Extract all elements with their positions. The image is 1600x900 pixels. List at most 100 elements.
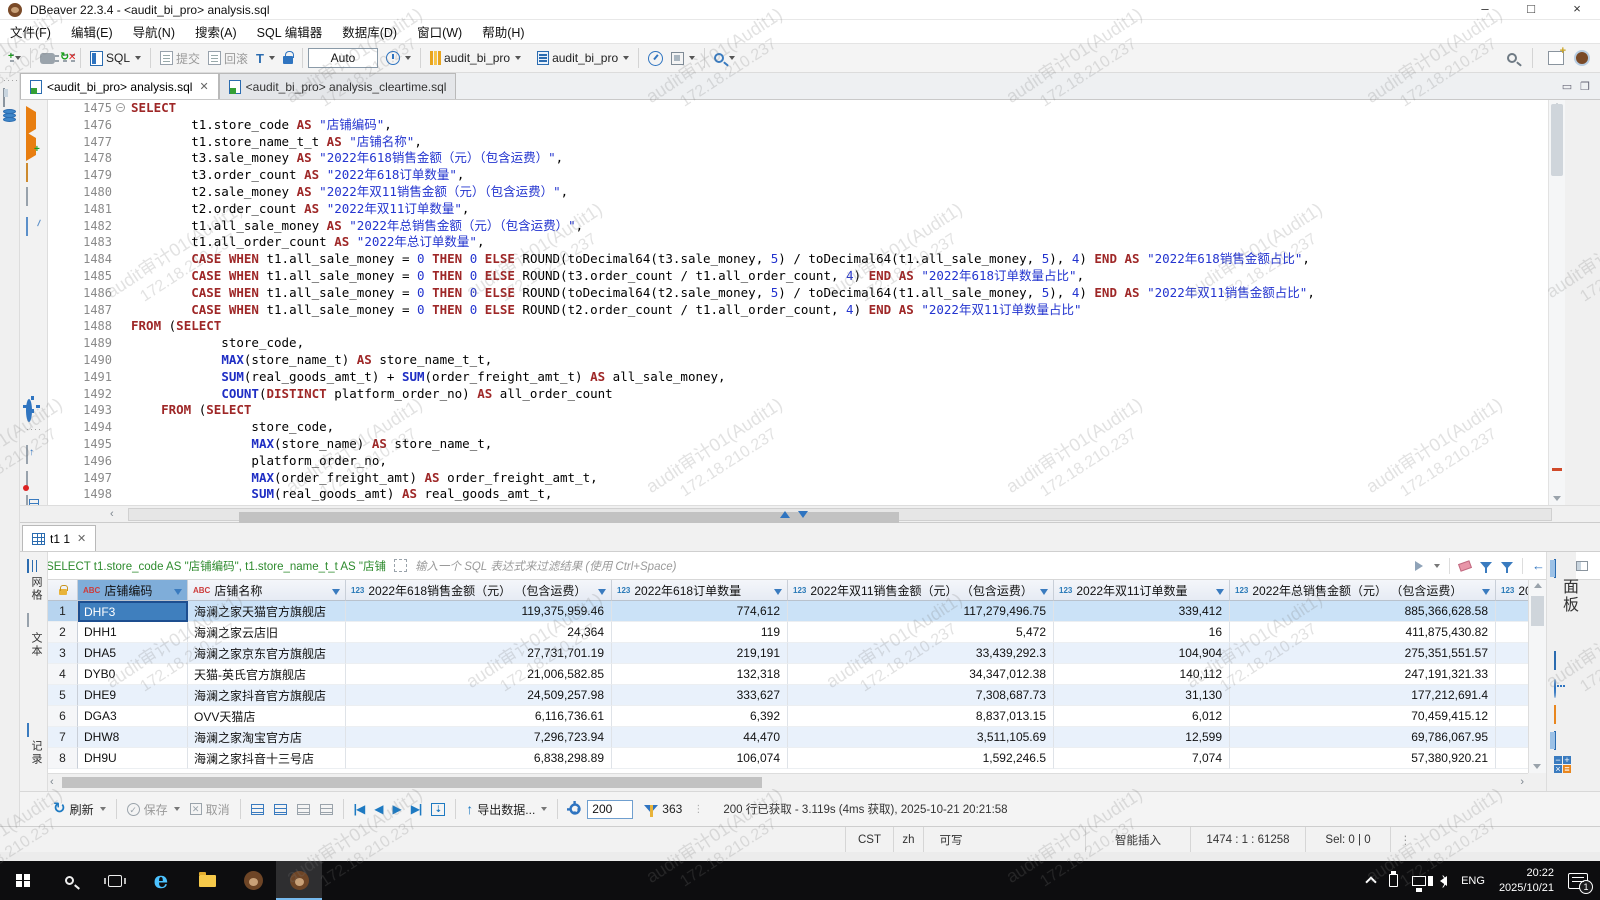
grid-cell[interactable]: 1,592,246.5 — [788, 748, 1054, 769]
grid-settings-button[interactable] — [563, 801, 587, 816]
text-view-tab[interactable] — [27, 613, 29, 627]
export-data-button[interactable]: ↑ 导出数据... — [461, 801, 552, 818]
column-header[interactable]: ABC 店铺名称 — [188, 580, 346, 601]
value-viewer-icon[interactable] — [1554, 651, 1556, 670]
grid-cell[interactable]: DHE9 — [78, 685, 188, 706]
grid-cell[interactable] — [1496, 685, 1528, 706]
grid-vertical-scrollbar[interactable] — [1528, 580, 1546, 773]
grid-cell[interactable]: 885,366,628.58 — [1230, 601, 1496, 622]
maximize-results-icon[interactable] — [1576, 560, 1588, 571]
grid-cell[interactable]: 140,112 — [1054, 664, 1230, 685]
row-number-cell[interactable]: 6 — [48, 706, 78, 727]
sash-restore-up[interactable] — [780, 511, 790, 518]
table-row[interactable]: 8 DH9U 海澜之家抖音十三号店 6,838,298.89 106,074 1,592,… — [48, 748, 1528, 769]
dbeaver-taskbar-icon[interactable] — [230, 861, 276, 900]
grid-view-label[interactable]: 网格 — [28, 576, 44, 602]
grid-cell[interactable] — [1496, 643, 1528, 664]
grid-cell[interactable]: 6,392 — [612, 706, 788, 727]
grid-cell[interactable]: 275,351,551.57 — [1230, 643, 1496, 664]
grid-cell[interactable]: 海澜之家抖音十三号店 — [188, 748, 346, 769]
table-row[interactable]: 4 DYB0 天猫-英氏官方旗舰店 21,006,582.85 132,318 34,34… — [48, 664, 1528, 685]
grid-cell[interactable]: 247,191,321.33 — [1230, 664, 1496, 685]
table-row[interactable]: 6 DGA3 OVV天猫店 6,116,736.61 6,392 8,837,013.15… — [48, 706, 1528, 727]
transaction-mode-lock[interactable] — [279, 46, 297, 70]
grid-cell[interactable]: 海澜之家云店旧 — [188, 622, 346, 643]
menu-item[interactable]: 数据库(D) — [332, 20, 407, 43]
input-language[interactable]: ENG — [1461, 875, 1485, 887]
menu-item[interactable]: 导航(N) — [123, 20, 185, 43]
grid-cell[interactable]: 33,439,292.3 — [788, 643, 1054, 664]
grid-cell[interactable]: 69,786,067.95 — [1230, 727, 1496, 748]
browser-icon[interactable]: e — [138, 861, 184, 900]
grid-cell[interactable]: 774,612 — [612, 601, 788, 622]
maximize-button[interactable]: □ — [1508, 0, 1554, 19]
column-header[interactable]: 123 2022年双11订单数量 — [1054, 580, 1230, 601]
close-icon[interactable]: ✕ — [199, 80, 208, 93]
column-filter-icon[interactable] — [1216, 589, 1224, 595]
grid-cell[interactable]: DHW8 — [78, 727, 188, 748]
grid-cell[interactable] — [1496, 601, 1528, 622]
taskbar-search-icon[interactable] — [46, 861, 92, 900]
sql-code-editor[interactable]: 1475− SELECT 1476 t1.store_code AS "店铺编码",… — [48, 100, 1548, 505]
fold-marker-icon[interactable]: − — [116, 103, 125, 112]
grid-cell[interactable]: 海澜之家淘宝官方店 — [188, 727, 346, 748]
panels-label[interactable]: 面板 — [1556, 578, 1580, 614]
grid-cell[interactable]: 44,470 — [612, 727, 788, 748]
grid-cell[interactable]: 24,509,257.98 — [346, 685, 612, 706]
grid-cell[interactable]: 34,347,012.38 — [788, 664, 1054, 685]
grid-cell[interactable]: 106,074 — [612, 748, 788, 769]
apply-filter-icon[interactable] — [1415, 560, 1423, 571]
close-icon[interactable]: ✕ — [77, 532, 86, 545]
table-row[interactable]: 2 DHH1 海澜之家云店旧 24,364 119 5,472 16 411,875,430.… — [48, 622, 1528, 643]
table-row[interactable]: 5 DHE9 海澜之家抖音官方旗舰店 24,509,257.98 333,627 7,30… — [48, 685, 1528, 706]
results-filter-bar[interactable]: ‹›T SELECT t1.store_code AS "店铺编码", t1.s… — [20, 552, 1600, 580]
grid-corner-cell[interactable] — [48, 580, 78, 601]
schema-selector[interactable]: audit_bi_pro — [533, 46, 633, 70]
menu-item[interactable]: SQL 编辑器 — [247, 20, 333, 43]
grid-cell[interactable]: 117,279,496.75 — [788, 601, 1054, 622]
explain-plan-button[interactable] — [26, 187, 28, 206]
column-header[interactable]: 123 2022年双11销售金额（元） （包含运费） — [788, 580, 1054, 601]
grid-cell[interactable]: 104,904 — [1054, 643, 1230, 664]
clock-datetime[interactable]: 20:22 2025/10/21 — [1499, 866, 1554, 896]
maximize-editor-icon[interactable]: ❐ — [1580, 80, 1590, 93]
duplicate-row-button[interactable] — [269, 803, 292, 815]
dbeaver-perspective-icon[interactable] — [1574, 50, 1590, 66]
grid-view-tab[interactable] — [27, 559, 29, 573]
speaker-icon[interactable] — [1428, 873, 1448, 888]
grid-cell[interactable]: 5,472 — [788, 622, 1054, 643]
minimize-button[interactable]: – — [1462, 0, 1508, 19]
grid-cell[interactable]: DHF3 — [78, 601, 188, 622]
table-row[interactable]: 7 DHW8 海澜之家淘宝官方店 7,296,723.94 44,470 3,511,10… — [48, 727, 1528, 748]
sash-restore-down[interactable] — [798, 511, 808, 518]
metadata-icon[interactable] — [1554, 679, 1556, 698]
filter-count[interactable]: 363 — [639, 802, 687, 817]
minimize-editor-icon[interactable]: ▭ — [1562, 80, 1572, 93]
grid-cell[interactable]: 119 — [612, 622, 788, 643]
grid-cell[interactable]: 6,838,298.89 — [346, 748, 612, 769]
commit-mode-selector[interactable]: Auto — [308, 48, 378, 68]
record-mode-label[interactable]: 记录 — [28, 740, 44, 766]
rail-handle[interactable]: ···· — [3, 75, 19, 85]
result-grid[interactable]: ABC 店铺编码 ABC 店铺名称 123 2022年618销售金额（元） （包含运费） 1… — [48, 580, 1528, 773]
transaction-log-button[interactable]: T — [252, 46, 279, 70]
grid-cell[interactable]: 16 — [1054, 622, 1230, 643]
close-button[interactable]: × — [1554, 0, 1600, 19]
connect-button[interactable] — [36, 46, 59, 70]
grid-cell[interactable]: 333,627 — [612, 685, 788, 706]
record-mode-icon[interactable] — [27, 723, 29, 737]
grid-cell[interactable]: 339,412 — [1054, 601, 1230, 622]
column-header[interactable]: 123 2022年总销售金额（元） （包含运费） — [1230, 580, 1496, 601]
back-icon[interactable]: ← — [1532, 558, 1545, 573]
grid-cell[interactable]: 7,074 — [1054, 748, 1230, 769]
menu-item[interactable]: 窗口(W) — [407, 20, 472, 43]
row-number-cell[interactable]: 8 — [48, 748, 78, 769]
grid-cell[interactable] — [1496, 622, 1528, 643]
column-filter-icon[interactable] — [332, 589, 340, 595]
grid-cell[interactable]: DYB0 — [78, 664, 188, 685]
grid-cell[interactable]: 177,212,691.4 — [1230, 685, 1496, 706]
caret-position-status[interactable]: 1474 : 1 : 61258 — [1190, 827, 1305, 852]
first-row-button[interactable]: |◀ — [349, 802, 370, 816]
table-row[interactable]: 3 DHA5 海澜之家京东官方旗舰店 27,731,701.19 219,191 33,4… — [48, 643, 1528, 664]
clear-filter-icon[interactable] — [1457, 559, 1473, 572]
